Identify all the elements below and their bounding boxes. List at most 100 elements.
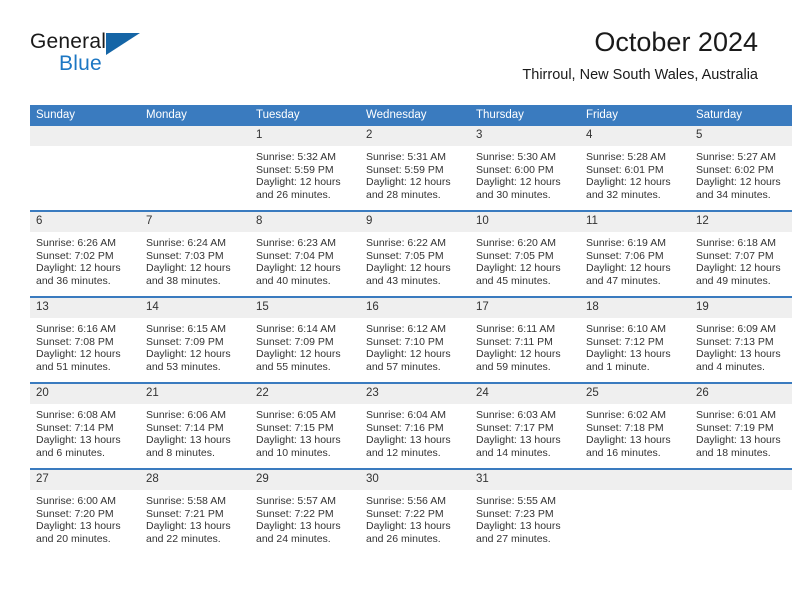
day-cell[interactable]: 12 Sunrise: 6:18 AM Sunset: 7:07 PM Dayligh…	[690, 212, 792, 296]
day-cell[interactable]: 16 Sunrise: 6:12 AM Sunset: 7:10 PM Dayligh…	[360, 298, 470, 382]
sunrise-text: Sunrise: 5:32 AM	[256, 151, 336, 163]
sunrise-text: Sunrise: 6:20 AM	[476, 237, 556, 249]
day-number: 31	[470, 470, 580, 490]
sunset-text: Sunset: 6:00 PM	[476, 163, 554, 176]
calendar-cell: 31 Sunrise: 5:55 AM Sunset: 7:23 PM Dayligh…	[470, 468, 580, 554]
day-number	[580, 470, 690, 490]
day-number	[30, 126, 140, 146]
sunset-text: Sunset: 7:07 PM	[696, 249, 774, 262]
day-number: 18	[580, 298, 690, 318]
page-header: General Blue October 2024 Thirroul, New …	[30, 26, 758, 96]
sunrise-text: Sunrise: 6:26 AM	[36, 237, 116, 249]
day-cell-empty	[140, 126, 250, 210]
daylight-text: Daylight: 12 hours and 59 minutes.	[476, 348, 561, 373]
day-cell[interactable]: 8 Sunrise: 6:23 AM Sunset: 7:04 PM Daylight…	[250, 212, 360, 296]
daylight-text: Daylight: 13 hours and 24 minutes.	[256, 520, 341, 545]
calendar-body: 1 Sunrise: 5:32 AM Sunset: 5:59 PM Daylight…	[30, 126, 792, 554]
day-number: 29	[250, 470, 360, 490]
day-cell[interactable]: 17 Sunrise: 6:11 AM Sunset: 7:11 PM Dayligh…	[470, 298, 580, 382]
sunrise-text: Sunrise: 6:19 AM	[586, 237, 666, 249]
day-cell[interactable]: 6 Sunrise: 6:26 AM Sunset: 7:02 PM Daylight…	[30, 212, 140, 296]
day-cell-empty	[30, 126, 140, 210]
sunset-text: Sunset: 7:11 PM	[476, 335, 553, 348]
sunrise-text: Sunrise: 6:24 AM	[146, 237, 226, 249]
day-number: 24	[470, 384, 580, 404]
day-cell[interactable]: 31 Sunrise: 5:55 AM Sunset: 7:23 PM Dayligh…	[470, 470, 580, 554]
calendar-cell: 7 Sunrise: 6:24 AM Sunset: 7:03 PM Daylight…	[140, 210, 250, 297]
calendar-cell: 25 Sunrise: 6:02 AM Sunset: 7:18 PM Dayligh…	[580, 382, 690, 469]
day-details: Sunrise: 6:06 AM Sunset: 7:14 PM Daylight:…	[140, 404, 250, 459]
day-cell[interactable]: 21 Sunrise: 6:06 AM Sunset: 7:14 PM Dayligh…	[140, 384, 250, 468]
day-cell[interactable]: 30 Sunrise: 5:56 AM Sunset: 7:22 PM Dayligh…	[360, 470, 470, 554]
daylight-text: Daylight: 12 hours and 55 minutes.	[256, 348, 341, 373]
sunrise-text: Sunrise: 6:12 AM	[366, 323, 446, 335]
day-cell[interactable]: 7 Sunrise: 6:24 AM Sunset: 7:03 PM Daylight…	[140, 212, 250, 296]
sunset-text: Sunset: 7:14 PM	[36, 421, 114, 434]
day-cell[interactable]: 26 Sunrise: 6:01 AM Sunset: 7:19 PM Dayligh…	[690, 384, 792, 468]
sunset-text: Sunset: 7:09 PM	[256, 335, 334, 348]
day-details: Sunrise: 6:15 AM Sunset: 7:09 PM Daylight:…	[140, 318, 250, 373]
day-cell[interactable]: 27 Sunrise: 6:00 AM Sunset: 7:20 PM Dayligh…	[30, 470, 140, 554]
sunset-text: Sunset: 7:08 PM	[36, 335, 114, 348]
daylight-text: Daylight: 13 hours and 22 minutes.	[146, 520, 231, 545]
day-cell[interactable]: 22 Sunrise: 6:05 AM Sunset: 7:15 PM Dayligh…	[250, 384, 360, 468]
day-details: Sunrise: 5:56 AM Sunset: 7:22 PM Daylight:…	[360, 490, 470, 545]
day-cell[interactable]: 23 Sunrise: 6:04 AM Sunset: 7:16 PM Dayligh…	[360, 384, 470, 468]
day-cell[interactable]: 18 Sunrise: 6:10 AM Sunset: 7:12 PM Dayligh…	[580, 298, 690, 382]
sunrise-text: Sunrise: 6:23 AM	[256, 237, 336, 249]
weekday-header-monday: Monday	[140, 105, 250, 126]
day-cell-empty	[580, 470, 690, 554]
daylight-text: Daylight: 13 hours and 16 minutes.	[586, 434, 671, 459]
daylight-text: Daylight: 12 hours and 40 minutes.	[256, 262, 341, 287]
sunrise-text: Sunrise: 5:56 AM	[366, 495, 446, 507]
day-cell[interactable]: 5 Sunrise: 5:27 AM Sunset: 6:02 PM Daylight…	[690, 126, 792, 210]
sunset-text: Sunset: 7:20 PM	[36, 507, 114, 520]
day-cell[interactable]: 15 Sunrise: 6:14 AM Sunset: 7:09 PM Dayligh…	[250, 298, 360, 382]
day-cell[interactable]: 3 Sunrise: 5:30 AM Sunset: 6:00 PM Daylight…	[470, 126, 580, 210]
day-number: 1	[250, 126, 360, 146]
calendar-cell: 26 Sunrise: 6:01 AM Sunset: 7:19 PM Dayligh…	[690, 382, 792, 469]
daylight-text: Daylight: 13 hours and 12 minutes.	[366, 434, 451, 459]
day-cell[interactable]: 10 Sunrise: 6:20 AM Sunset: 7:05 PM Dayligh…	[470, 212, 580, 296]
sunrise-text: Sunrise: 6:14 AM	[256, 323, 336, 335]
day-cell[interactable]: 29 Sunrise: 5:57 AM Sunset: 7:22 PM Dayligh…	[250, 470, 360, 554]
calendar-cell: 17 Sunrise: 6:11 AM Sunset: 7:11 PM Dayligh…	[470, 296, 580, 383]
day-cell[interactable]: 2 Sunrise: 5:31 AM Sunset: 5:59 PM Daylight…	[360, 126, 470, 210]
day-number	[690, 470, 792, 490]
day-cell[interactable]: 4 Sunrise: 5:28 AM Sunset: 6:01 PM Daylight…	[580, 126, 690, 210]
day-cell[interactable]: 1 Sunrise: 5:32 AM Sunset: 5:59 PM Daylight…	[250, 126, 360, 210]
sunset-text: Sunset: 7:15 PM	[256, 421, 334, 434]
day-number: 5	[690, 126, 792, 146]
day-cell[interactable]: 11 Sunrise: 6:19 AM Sunset: 7:06 PM Dayligh…	[580, 212, 690, 296]
calendar-cell: 19 Sunrise: 6:09 AM Sunset: 7:13 PM Dayligh…	[690, 296, 792, 383]
sunset-text: Sunset: 7:06 PM	[586, 249, 664, 262]
day-cell[interactable]: 20 Sunrise: 6:08 AM Sunset: 7:14 PM Dayligh…	[30, 384, 140, 468]
day-cell[interactable]: 28 Sunrise: 5:58 AM Sunset: 7:21 PM Dayligh…	[140, 470, 250, 554]
daylight-text: Daylight: 13 hours and 26 minutes.	[366, 520, 451, 545]
day-cell[interactable]: 24 Sunrise: 6:03 AM Sunset: 7:17 PM Dayligh…	[470, 384, 580, 468]
day-details: Sunrise: 6:24 AM Sunset: 7:03 PM Daylight:…	[140, 232, 250, 287]
daylight-text: Daylight: 13 hours and 10 minutes.	[256, 434, 341, 459]
calendar-cell: 5 Sunrise: 5:27 AM Sunset: 6:02 PM Daylight…	[690, 126, 792, 211]
sunrise-text: Sunrise: 6:15 AM	[146, 323, 226, 335]
day-cell[interactable]: 19 Sunrise: 6:09 AM Sunset: 7:13 PM Dayligh…	[690, 298, 792, 382]
day-cell[interactable]: 25 Sunrise: 6:02 AM Sunset: 7:18 PM Dayligh…	[580, 384, 690, 468]
daylight-text: Daylight: 13 hours and 1 minute.	[586, 348, 671, 373]
day-details: Sunrise: 6:22 AM Sunset: 7:05 PM Daylight:…	[360, 232, 470, 287]
daylight-text: Daylight: 12 hours and 32 minutes.	[586, 176, 671, 201]
sunrise-text: Sunrise: 5:30 AM	[476, 151, 556, 163]
day-cell[interactable]: 9 Sunrise: 6:22 AM Sunset: 7:05 PM Daylight…	[360, 212, 470, 296]
day-number: 28	[140, 470, 250, 490]
sunset-text: Sunset: 5:59 PM	[366, 163, 444, 176]
day-details: Sunrise: 5:28 AM Sunset: 6:01 PM Daylight:…	[580, 146, 690, 201]
calendar-cell	[140, 126, 250, 211]
general-blue-logo[interactable]: General Blue	[30, 30, 170, 86]
day-details: Sunrise: 5:32 AM Sunset: 5:59 PM Daylight:…	[250, 146, 360, 201]
day-cell[interactable]: 14 Sunrise: 6:15 AM Sunset: 7:09 PM Dayligh…	[140, 298, 250, 382]
weekday-header-friday: Friday	[580, 105, 690, 126]
day-details: Sunrise: 6:19 AM Sunset: 7:06 PM Daylight:…	[580, 232, 690, 287]
sunrise-text: Sunrise: 6:05 AM	[256, 409, 336, 421]
day-cell[interactable]: 13 Sunrise: 6:16 AM Sunset: 7:08 PM Dayligh…	[30, 298, 140, 382]
calendar-cell: 29 Sunrise: 5:57 AM Sunset: 7:22 PM Dayligh…	[250, 468, 360, 554]
day-details: Sunrise: 6:12 AM Sunset: 7:10 PM Daylight:…	[360, 318, 470, 373]
